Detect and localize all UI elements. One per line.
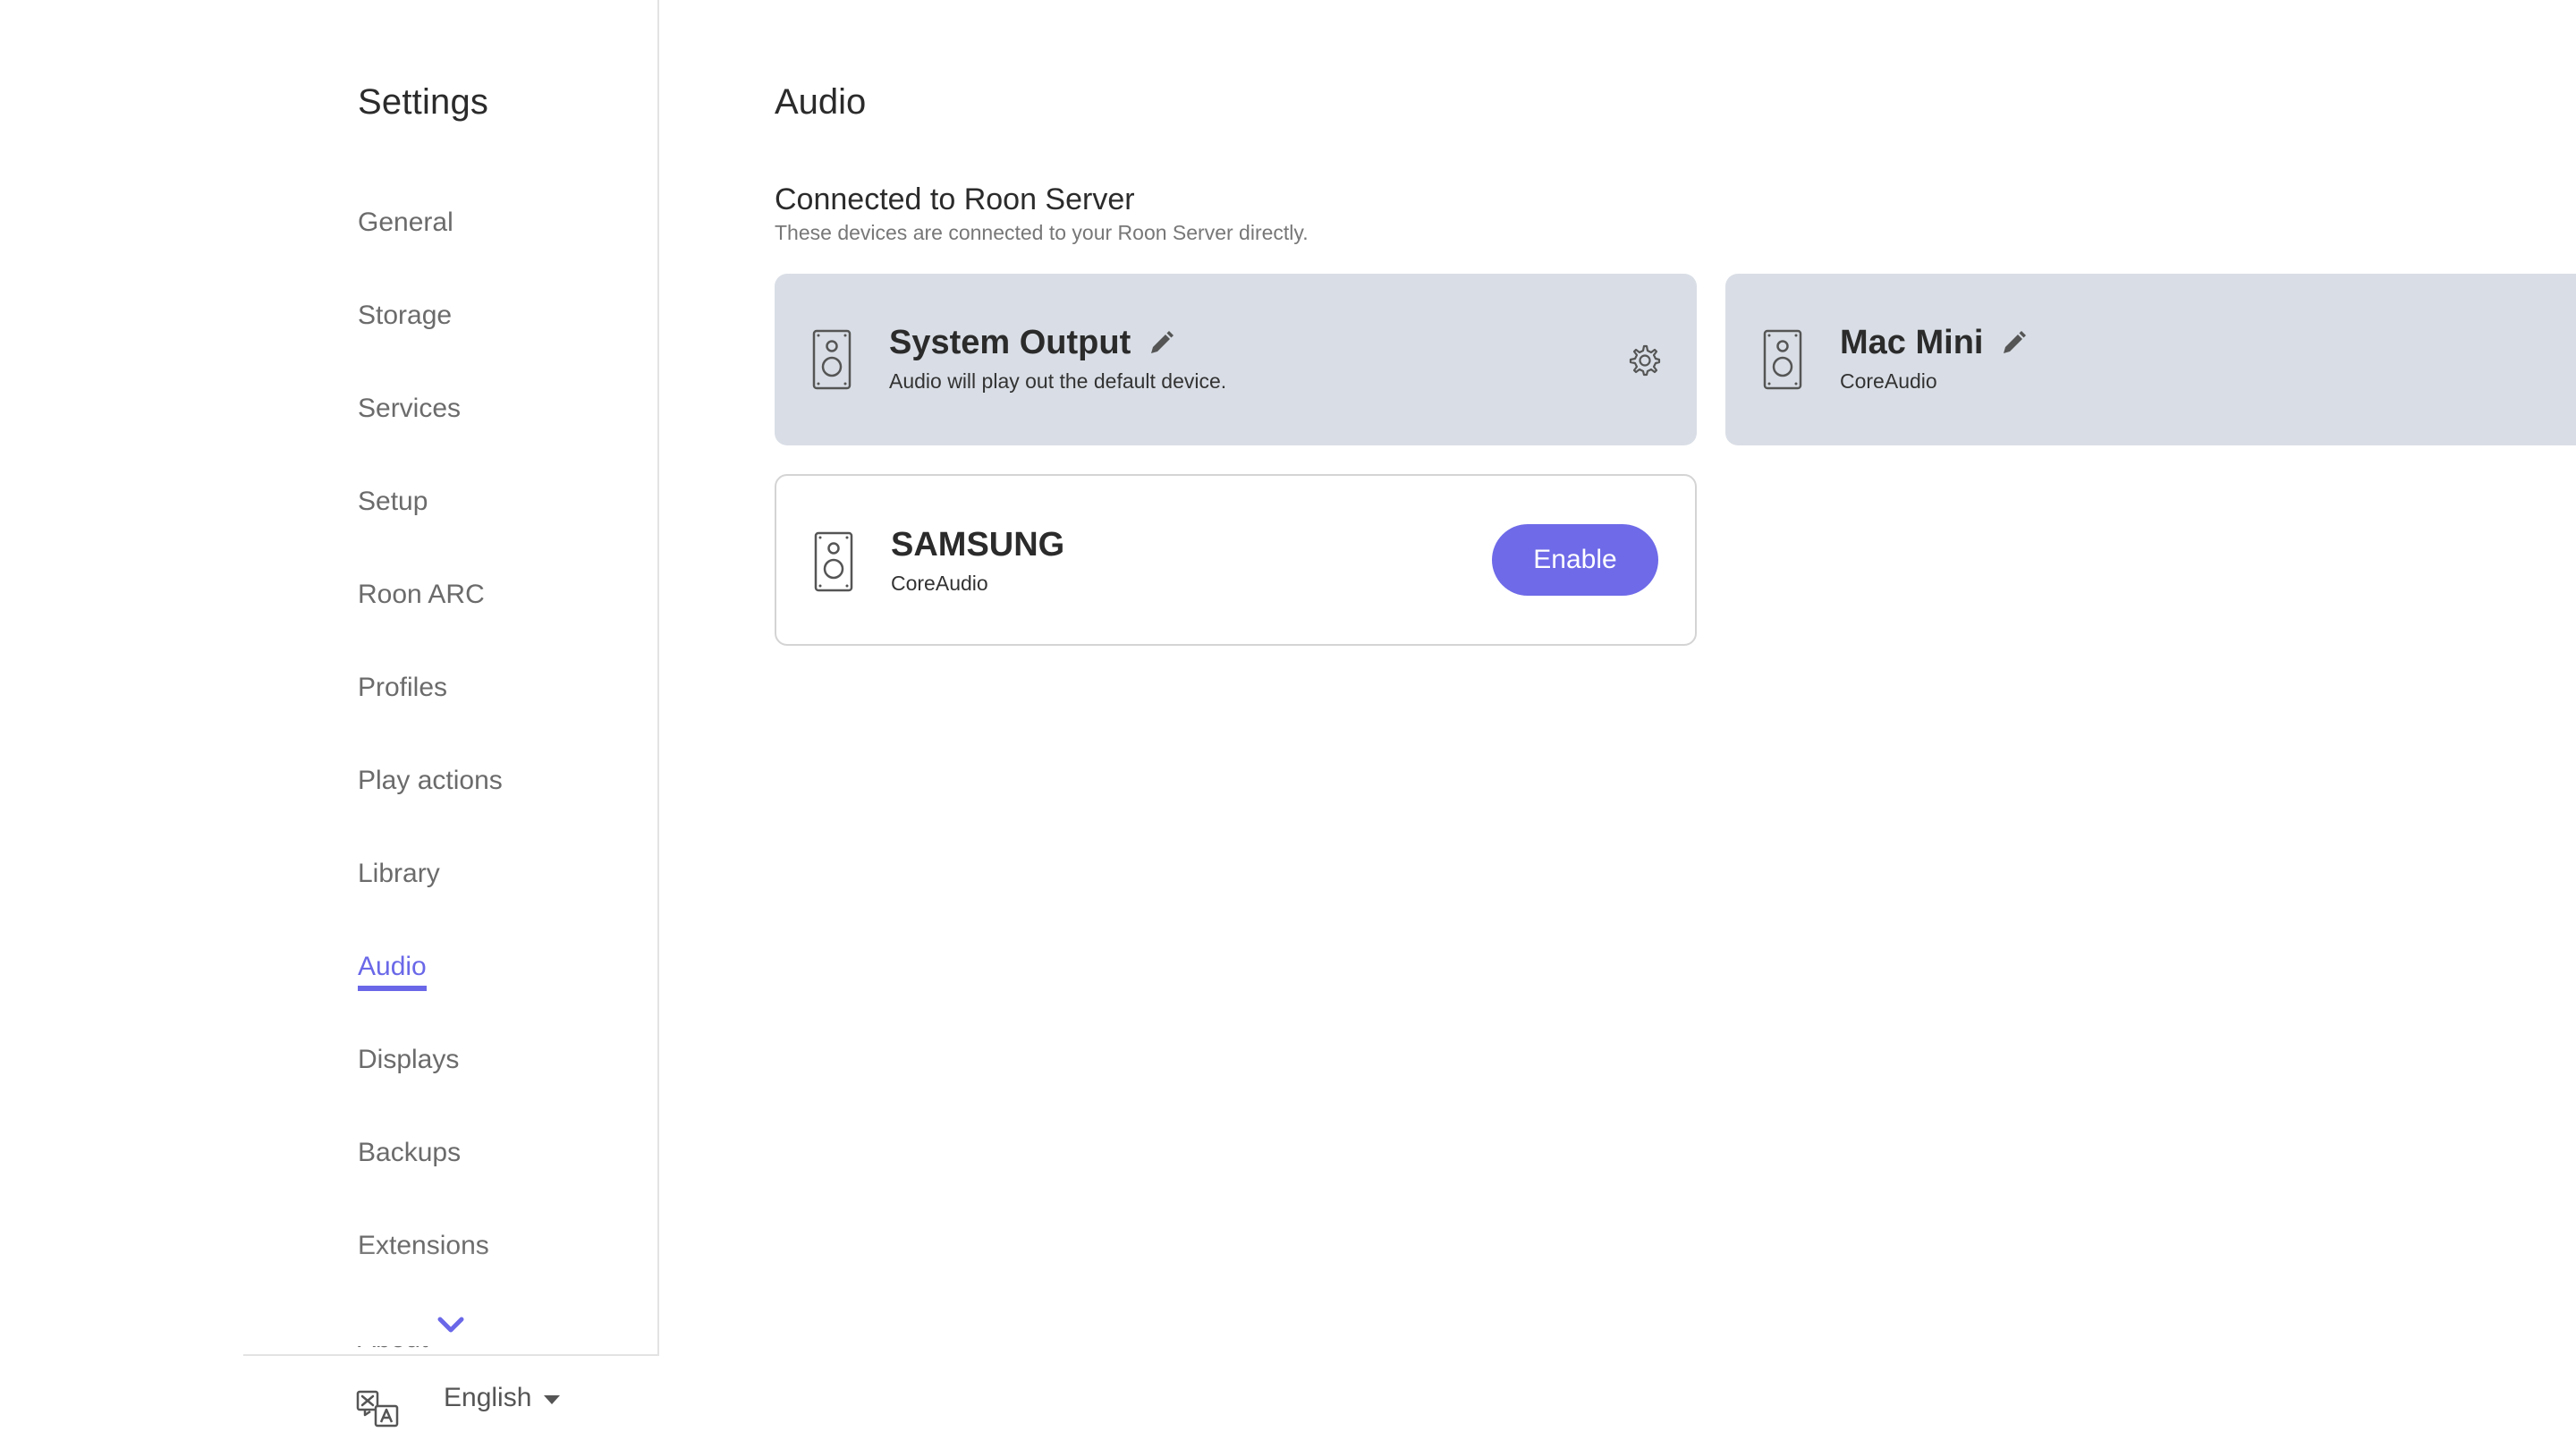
language-value: English — [444, 1383, 532, 1412]
speaker-icon — [814, 531, 853, 592]
sidebar-item-label: Library — [358, 859, 440, 888]
sidebar-item-backups[interactable]: Backups — [358, 1127, 644, 1220]
sidebar-item-label: Setup — [358, 487, 428, 516]
device-description: CoreAudio — [891, 572, 988, 595]
sidebar-item-label: Roon ARC — [358, 580, 485, 609]
sidebar-item-play-actions[interactable]: Play actions — [358, 755, 644, 848]
device-card-samsung: SAMSUNG CoreAudio Enable — [775, 474, 1697, 646]
device-card-mac-mini[interactable]: Mac Mini CoreAudio — [1725, 274, 2576, 445]
settings-nav: General Storage Services Setup Roon ARC … — [358, 197, 644, 1351]
device-name: Mac Mini — [1840, 324, 1984, 361]
sidebar-item-label: General — [358, 208, 453, 237]
sidebar-item-displays[interactable]: Displays — [358, 1034, 644, 1127]
device-name: System Output — [889, 324, 1131, 361]
sidebar-item-audio[interactable]: Audio — [358, 941, 644, 1034]
device-name-row: Mac Mini — [1840, 324, 2028, 362]
translate-icon — [356, 1390, 399, 1428]
main-content: Audio Connected to Roon Server These dev… — [659, 0, 2576, 1449]
sidebar-item-label: Profiles — [358, 673, 448, 702]
sidebar-item-setup[interactable]: Setup — [358, 476, 644, 569]
sidebar-item-about[interactable]: About — [358, 1313, 644, 1351]
sidebar-item-label: Services — [358, 394, 462, 423]
sidebar-item-services[interactable]: Services — [358, 383, 644, 476]
sidebar-item-label: Extensions — [358, 1231, 489, 1260]
device-info: System Output Audio will play out the de… — [889, 324, 1226, 394]
settings-sidebar: Settings General Storage Services Setup … — [0, 0, 659, 1449]
sidebar-item-label: Play actions — [358, 766, 503, 795]
device-card-system-output[interactable]: System Output Audio will play out the de… — [775, 274, 1697, 445]
speaker-icon — [812, 329, 852, 390]
pencil-icon[interactable] — [1147, 329, 1175, 358]
device-description: CoreAudio — [1840, 369, 1937, 393]
device-name-row: System Output — [889, 324, 1226, 362]
sidebar-item-library[interactable]: Library — [358, 848, 644, 941]
sidebar-footer: English — [243, 1354, 659, 1449]
device-name-row: SAMSUNG — [891, 526, 1064, 564]
pencil-icon[interactable] — [1999, 329, 2028, 358]
device-description: Audio will play out the default device. — [889, 369, 1227, 393]
sidebar-item-profiles[interactable]: Profiles — [358, 662, 644, 755]
speaker-icon — [1763, 329, 1802, 390]
caret-down-icon — [544, 1395, 561, 1404]
enable-button[interactable]: Enable — [1492, 524, 1658, 596]
sidebar-item-label: About — [358, 1324, 428, 1351]
device-info: Mac Mini CoreAudio — [1840, 324, 2028, 394]
section-title: Connected to Roon Server — [775, 182, 1135, 216]
settings-app: Settings General Storage Services Setup … — [0, 0, 2576, 1449]
sidebar-item-label: Backups — [358, 1138, 462, 1167]
chevron-down-icon[interactable] — [436, 1315, 465, 1336]
gear-icon[interactable] — [1627, 343, 1661, 377]
device-info: SAMSUNG CoreAudio — [891, 526, 1064, 596]
sidebar-item-label: Audio — [358, 941, 427, 991]
sidebar-item-storage[interactable]: Storage — [358, 290, 644, 383]
sidebar-title: Settings — [358, 82, 489, 122]
sidebar-item-label: Storage — [358, 301, 453, 330]
language-select[interactable]: English — [444, 1383, 561, 1413]
sidebar-item-extensions[interactable]: Extensions — [358, 1220, 644, 1313]
device-name: SAMSUNG — [891, 526, 1065, 564]
sidebar-item-roon-arc[interactable]: Roon ARC — [358, 569, 644, 662]
sidebar-item-label: Displays — [358, 1045, 460, 1074]
section-subtitle: These devices are connected to your Roon… — [775, 221, 1309, 244]
sidebar-item-general[interactable]: General — [358, 197, 644, 290]
page-title: Audio — [775, 82, 867, 122]
